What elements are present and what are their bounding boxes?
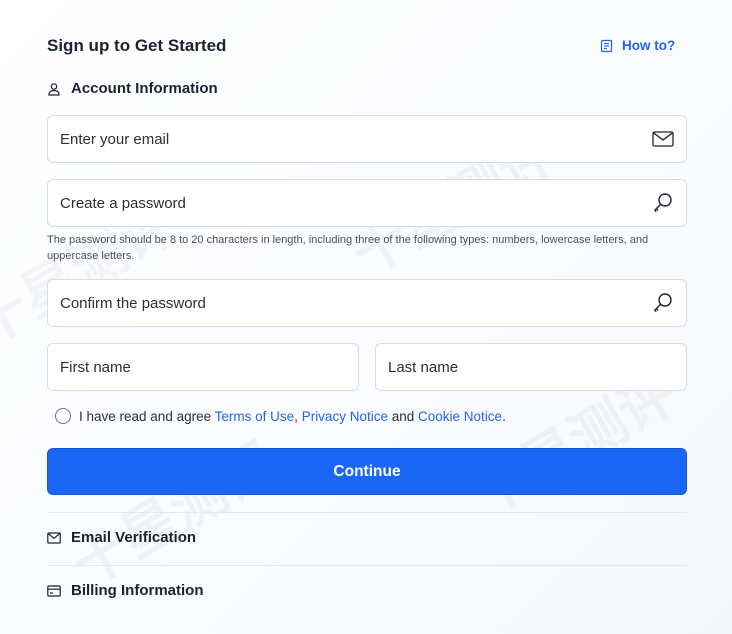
section-title: Email Verification	[71, 529, 197, 546]
key-search-icon[interactable]	[652, 292, 674, 314]
password-input[interactable]	[60, 194, 652, 212]
agreement-prefix: I have read and agree	[79, 408, 212, 424]
agreement-period: .	[502, 408, 506, 424]
password-field[interactable]	[47, 179, 687, 227]
password-hint: The password should be 8 to 20 character…	[47, 234, 649, 262]
envelope-icon	[47, 531, 61, 544]
cookie-notice-link[interactable]: Cookie Notice	[418, 409, 502, 424]
account-information-header: Account Information	[47, 80, 218, 97]
terms-of-use-link[interactable]: Terms of Use	[215, 409, 295, 424]
billing-information-header[interactable]: Billing Information	[47, 582, 204, 599]
email-input[interactable]	[60, 130, 652, 148]
how-to-link[interactable]: How to?	[600, 38, 675, 53]
key-search-icon[interactable]	[652, 192, 674, 214]
envelope-icon	[652, 131, 674, 147]
agree-radio[interactable]	[55, 408, 71, 424]
divider	[47, 512, 687, 513]
first-name-field[interactable]	[47, 343, 359, 391]
agreement-text: I have read and agree Terms of Use, Priv…	[79, 409, 506, 424]
agreement-and: and	[391, 408, 415, 424]
privacy-notice-link[interactable]: Privacy Notice	[302, 409, 388, 424]
last-name-field[interactable]	[375, 343, 687, 391]
watermark: 十星测评	[61, 430, 288, 599]
email-field[interactable]	[47, 115, 687, 163]
agreement-comma: ,	[294, 408, 298, 424]
section-title: Account Information	[71, 80, 218, 97]
user-icon	[47, 82, 61, 96]
continue-button[interactable]: Continue	[47, 448, 687, 495]
first-name-input[interactable]	[60, 358, 346, 376]
email-verification-header[interactable]: Email Verification	[47, 529, 196, 546]
divider	[47, 565, 687, 566]
document-icon	[600, 39, 614, 53]
page-title: Sign up to Get Started	[47, 36, 227, 55]
confirm-password-field[interactable]	[47, 279, 687, 327]
confirm-password-input[interactable]	[60, 294, 652, 312]
agreement-row: I have read and agree Terms of Use, Priv…	[55, 408, 506, 424]
section-title: Billing Information	[71, 582, 204, 599]
how-to-label: How to?	[622, 38, 676, 53]
last-name-input[interactable]	[388, 358, 674, 376]
card-icon	[47, 584, 61, 597]
